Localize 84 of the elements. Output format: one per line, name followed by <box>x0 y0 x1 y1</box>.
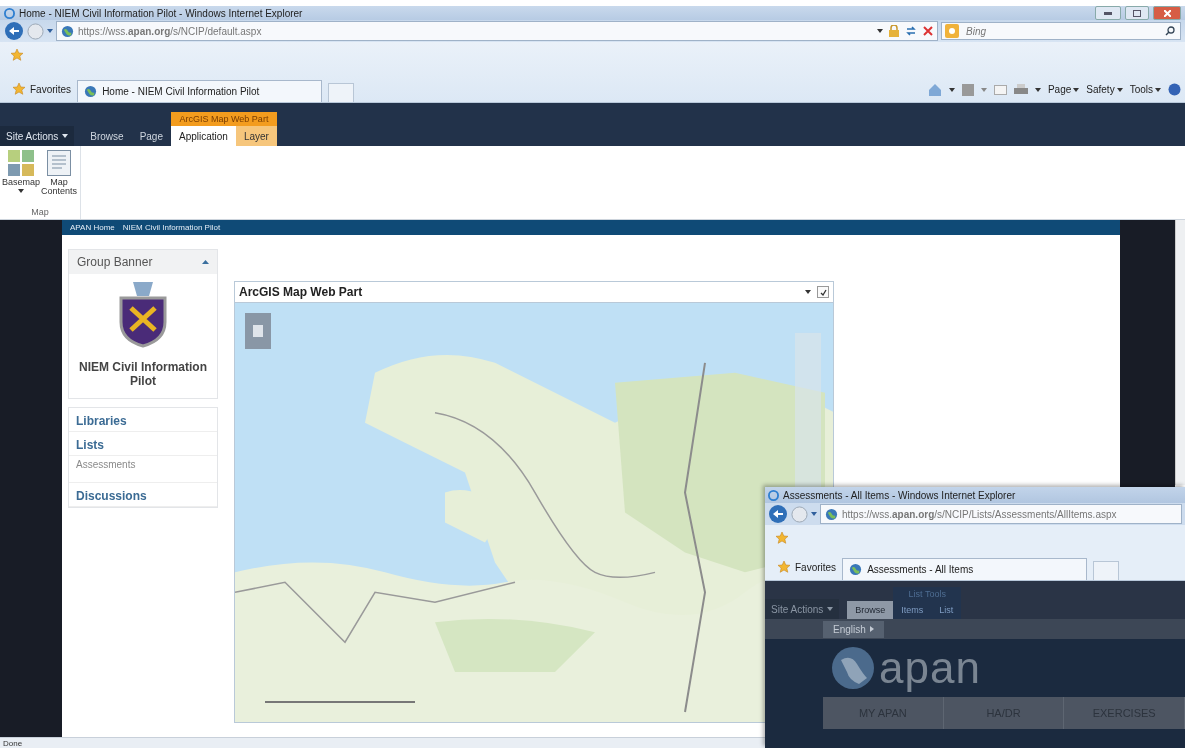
nav-heading[interactable]: Lists <box>69 432 217 456</box>
search-icon[interactable] <box>1165 26 1175 36</box>
back-button[interactable] <box>4 21 24 41</box>
caret-icon <box>948 87 955 92</box>
favorites-button[interactable]: Favorites <box>777 560 837 580</box>
caret-icon <box>877 29 883 33</box>
window-title: Assessments - All Items - Windows Internet Explorer <box>783 489 1017 501</box>
maximize-icon <box>1133 9 1141 17</box>
minimize-button[interactable] <box>1095 6 1121 20</box>
ribbon-button[interactable]: Basemap <box>4 150 38 207</box>
globe-icon <box>825 507 838 521</box>
globe-icon <box>61 24 74 38</box>
ribbon-tab[interactable]: Browse <box>82 126 132 146</box>
site-name: NIEM Civil Information Pilot <box>78 359 208 390</box>
ribbon-button[interactable]: Map Contents <box>42 150 76 207</box>
command-menu[interactable]: Safety <box>1086 84 1123 95</box>
ribbon-tab[interactable]: Layer <box>235 126 277 146</box>
browser-tab[interactable]: Home - NIEM Civil Information Pilot <box>77 80 323 102</box>
document-icon <box>47 150 71 176</box>
collapse-icon[interactable] <box>202 260 209 264</box>
caret-icon <box>827 607 834 611</box>
web-part-title: ArcGIS Map Web Part <box>239 285 364 299</box>
browser-tab[interactable]: Assessments - All Items <box>842 558 1088 580</box>
star-icon <box>10 48 24 62</box>
refresh-icon[interactable] <box>905 25 917 37</box>
ribbon-tab[interactable]: Page <box>131 126 171 146</box>
check-icon <box>819 288 827 296</box>
breadcrumb-link[interactable]: NIEM Civil Information Pilot <box>122 223 221 232</box>
close-icon <box>1163 9 1171 17</box>
window-title: Home - NIEM Civil Information Pilot - Windows Internet Explorer <box>19 7 304 19</box>
caret-icon <box>805 290 811 294</box>
group-label: Map <box>30 207 50 219</box>
stop-icon[interactable] <box>923 26 933 36</box>
map-layers-button[interactable] <box>245 313 271 349</box>
caret-icon <box>1155 87 1161 92</box>
caret-icon <box>18 189 24 193</box>
globe-icon <box>831 646 875 690</box>
caret-icon <box>62 134 69 138</box>
grid-icon <box>8 150 34 176</box>
caret-icon <box>1116 87 1123 92</box>
help-icon[interactable] <box>1168 83 1181 96</box>
globe-icon <box>84 85 98 98</box>
nav-heading[interactable]: Discussions <box>69 483 217 507</box>
page-icon <box>253 325 263 337</box>
url-text: https://wss.apan.org/s/NCIP/default.aspx <box>78 25 262 37</box>
site-actions-menu[interactable]: Site Actions <box>765 599 840 619</box>
browser-logo-icon <box>4 7 15 19</box>
caret-icon <box>1034 87 1041 92</box>
breadcrumb-link[interactable]: APAN Home <box>70 223 115 232</box>
printer-icon[interactable] <box>1013 83 1028 96</box>
command-menu[interactable]: Tools <box>1129 84 1161 95</box>
nav-link[interactable]: Assessments <box>69 456 217 483</box>
logo-text: apan <box>879 646 981 690</box>
ribbon-tab[interactable]: Application <box>171 126 236 146</box>
arrow-icon <box>869 626 874 632</box>
globe-icon <box>849 563 863 576</box>
site-actions-menu[interactable]: Site Actions <box>0 126 75 146</box>
command-menu[interactable]: Page <box>1047 84 1080 95</box>
caret-icon <box>1073 87 1080 92</box>
star-icon <box>12 82 26 96</box>
caret-icon <box>47 29 53 33</box>
panel-title: Group Banner <box>77 255 153 269</box>
nav-heading[interactable]: Libraries <box>69 408 217 432</box>
star-icon <box>777 560 791 574</box>
language-button[interactable]: English <box>823 620 884 638</box>
star-icon <box>775 531 789 545</box>
address-field[interactable]: https://wss.apan.org/s/NCIP/Lists/Assessments/AllItems.aspx <box>820 504 1182 524</box>
lock-icon <box>889 25 899 37</box>
address-field[interactable]: https://wss.apan.org/s/NCIP/default.aspx <box>56 21 938 41</box>
browser-logo-icon <box>768 489 779 501</box>
bing-logo-icon <box>945 24 959 38</box>
search-field[interactable]: Bing <box>941 22 1181 40</box>
minimize-icon <box>1104 11 1112 15</box>
status-text: Done <box>3 738 23 748</box>
maximize-button[interactable] <box>1125 6 1149 20</box>
caret-icon <box>811 512 817 516</box>
favorites-button[interactable]: Favorites <box>12 82 72 102</box>
back-button[interactable] <box>768 504 788 524</box>
ribbon-tab[interactable]: Browse <box>847 601 894 619</box>
url-text: https://wss.apan.org/s/NCIP/Lists/Assessments/AllItems.aspx <box>842 508 1117 520</box>
context-group-label: ArcGIS Map Web Part <box>171 112 277 126</box>
close-button[interactable] <box>1153 6 1181 20</box>
web-part-checkbox[interactable] <box>817 286 829 298</box>
caret-icon <box>980 87 987 92</box>
